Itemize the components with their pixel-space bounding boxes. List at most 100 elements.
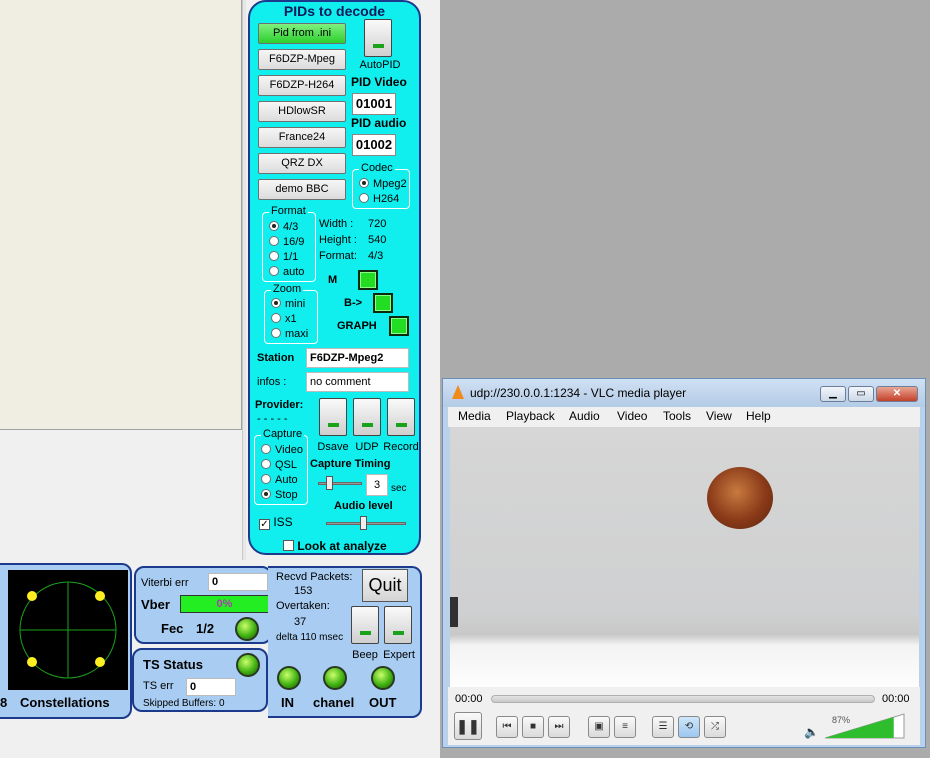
expert-switch[interactable] <box>384 606 412 644</box>
menu-media[interactable]: Media <box>458 409 491 423</box>
station-label: Station <box>257 352 295 364</box>
menu-help[interactable]: Help <box>746 409 771 423</box>
ts-status-led <box>236 653 260 677</box>
menu-view[interactable]: View <box>706 409 732 423</box>
udp-switch[interactable] <box>353 398 381 436</box>
pid-video-input[interactable]: 01001 <box>352 93 396 115</box>
playlist-button[interactable]: ☰ <box>652 716 674 738</box>
in-led <box>277 666 301 690</box>
iss-checkbox[interactable]: ✓ ISS <box>259 515 293 530</box>
format-group: Format 4/3 16/9 1/1 auto <box>262 205 316 282</box>
fec-value: 1/2 <box>196 621 215 636</box>
random-button[interactable]: ⤮ <box>704 716 726 738</box>
loop-button[interactable]: ⟲ <box>678 716 700 738</box>
dsave-switch[interactable] <box>319 398 347 436</box>
menu-playback[interactable]: Playback <box>506 409 555 423</box>
codec-group: Codec Mpeg2 H264 <box>352 162 410 209</box>
zoom-maxi-radio[interactable]: maxi <box>271 328 308 340</box>
next-button[interactable]: ⏭ <box>548 716 570 738</box>
constellation-prefix: 8 <box>0 695 8 710</box>
preset-hdlowsr-button[interactable]: HDlowSR <box>258 101 346 122</box>
look-at-analyze-checkbox[interactable]: Look at analyze <box>283 539 387 553</box>
codec-h264-radio[interactable]: H264 <box>359 193 399 205</box>
format-16-9-radio[interactable]: 16/9 <box>269 236 304 248</box>
volume-slider[interactable] <box>825 713 905 739</box>
pause-button[interactable]: ❚❚ <box>454 712 482 740</box>
quit-button[interactable]: Quit <box>362 569 408 602</box>
speaker-icon[interactable]: 🔈 <box>804 725 819 739</box>
fec-label: Fec <box>161 621 184 636</box>
menu-tools[interactable]: Tools <box>663 409 691 423</box>
previous-button[interactable]: ⏮ <box>496 716 518 738</box>
capture-timing-input[interactable]: 3 <box>366 474 388 496</box>
constellation-point <box>95 591 105 601</box>
constellation-svg <box>19 581 117 679</box>
preset-f6dzp-mpeg-button[interactable]: F6DZP-Mpeg <box>258 49 346 70</box>
preset-demo-bbc-button[interactable]: demo BBC <box>258 179 346 200</box>
format-1-1-radio[interactable]: 1/1 <box>269 251 298 263</box>
capture-auto-radio[interactable]: Auto <box>261 474 298 486</box>
zoom-mini-radio[interactable]: mini <box>271 298 305 310</box>
constellation-plot <box>8 570 128 690</box>
constellation-point <box>95 657 105 667</box>
fullscreen-button[interactable]: ▣ <box>588 716 610 738</box>
out-led <box>371 666 395 690</box>
capture-timing-slider[interactable] <box>326 476 333 490</box>
seek-bar[interactable] <box>491 695 875 703</box>
capture-qsl-radio[interactable]: QSL <box>261 459 297 471</box>
preset-france24-button[interactable]: France24 <box>258 127 346 148</box>
time-total: 00:00 <box>882 693 910 705</box>
codec-mpeg2-radio[interactable]: Mpeg2 <box>359 178 407 190</box>
autopid-label: AutoPID <box>359 59 401 71</box>
ts-err-value: 0 <box>186 678 236 696</box>
autopid-switch[interactable] <box>364 19 392 57</box>
loop-icon: ⟲ <box>684 721 694 732</box>
format-auto-radio[interactable]: auto <box>269 266 304 278</box>
extended-settings-button[interactable]: ≡ <box>614 716 636 738</box>
constellation-point <box>27 657 37 667</box>
preset-f6dzp-h264-button[interactable]: F6DZP-H264 <box>258 75 346 96</box>
codec-group-title: Codec <box>359 162 395 174</box>
menu-video[interactable]: Video <box>617 409 647 423</box>
capture-video-radio[interactable]: Video <box>261 444 303 456</box>
vlc-titlebar[interactable]: udp://230.0.0.1:1234 - VLC media player … <box>443 379 925 407</box>
constellation-label: Constellations <box>20 695 110 710</box>
zoom-x1-radio[interactable]: x1 <box>271 313 297 325</box>
audio-level-slider[interactable] <box>360 516 367 530</box>
m-toggle[interactable] <box>358 270 378 290</box>
maximize-button[interactable]: ▭ <box>848 386 874 402</box>
b-toggle[interactable] <box>373 293 393 313</box>
pause-icon: ❚❚ <box>456 718 480 734</box>
capture-timing-label: Capture Timing <box>310 458 391 470</box>
vlc-cone-icon <box>452 385 464 399</box>
format-group-title: Format <box>269 205 308 217</box>
ts-status-label: TS Status <box>143 657 203 672</box>
vlc-video-area[interactable] <box>450 427 919 693</box>
dsave-label: Dsave <box>317 441 349 453</box>
capture-group-title: Capture <box>261 428 305 440</box>
menu-audio[interactable]: Audio <box>569 409 600 423</box>
udp-label: UDP <box>355 441 379 453</box>
close-button[interactable]: ✕ <box>876 386 918 402</box>
provider-value: - - - - - <box>257 413 288 425</box>
preset-qrz-dx-button[interactable]: QRZ DX <box>258 153 346 174</box>
vlc-menubar: Media Playback Audio Video Tools View He… <box>448 407 920 427</box>
capture-timing-track <box>318 482 362 485</box>
pid-audio-input[interactable]: 01002 <box>352 134 396 156</box>
expert-label: Expert <box>383 649 415 661</box>
graph-toggle[interactable] <box>389 316 409 336</box>
infos-input[interactable]: no comment <box>306 372 409 392</box>
ts-err-label: TS err <box>143 680 174 692</box>
record-switch[interactable] <box>387 398 415 436</box>
station-input[interactable]: F6DZP-Mpeg2 <box>306 348 409 368</box>
minimize-button[interactable]: ▁ <box>820 386 846 402</box>
pid-from-ini-button[interactable]: Pid from .ini <box>258 23 346 44</box>
format-4-3-radio[interactable]: 4/3 <box>269 221 298 233</box>
equalizer-icon: ≡ <box>622 721 628 732</box>
capture-stop-radio[interactable]: Stop <box>261 489 298 501</box>
splitter[interactable] <box>242 0 246 560</box>
video-object-ball <box>707 467 773 529</box>
stop-button[interactable]: ■ <box>522 716 544 738</box>
beep-switch[interactable] <box>351 606 379 644</box>
graph-label: GRAPH <box>337 320 377 332</box>
